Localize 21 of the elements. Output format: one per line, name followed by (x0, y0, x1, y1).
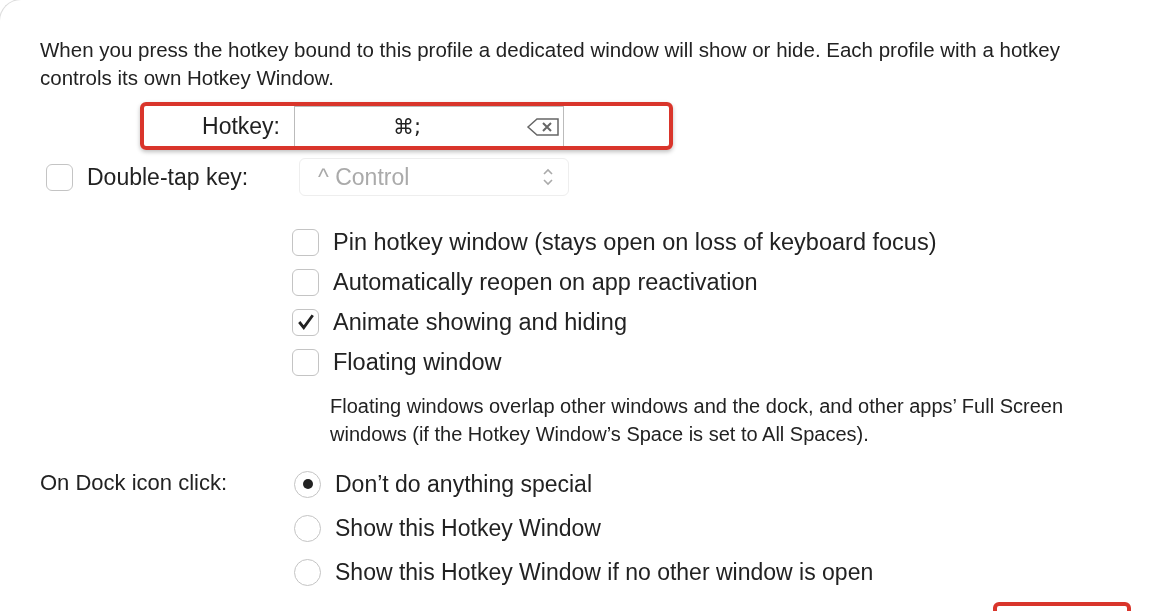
hotkey-label: Hotkey: (201, 112, 281, 140)
option-checkbox[interactable] (292, 348, 319, 376)
dock-click-label: On Dock icon click: (40, 469, 229, 497)
option-checkbox[interactable] (292, 228, 319, 256)
option-label: Animate showing and hiding (333, 308, 627, 336)
radio-label: Show this Hotkey Window (335, 514, 601, 542)
option-checkbox[interactable] (292, 268, 319, 296)
description-text: When you press the hotkey bound to this profile a dedicated window will show or hide. Each profile with a hotkey controls its own Hotkey Window. (40, 37, 1061, 91)
option-checkbox[interactable] (292, 308, 319, 336)
option-label: Automatically reopen on app reactivation (333, 268, 758, 296)
clear-icon[interactable] (526, 117, 560, 137)
stepper-icon (542, 167, 554, 187)
radio-label: Show this Hotkey Window if no other window is open (335, 558, 874, 586)
double-tap-label: Double-tap key: (87, 163, 249, 191)
checkmark-icon (296, 313, 315, 331)
hotkey-field[interactable]: ⌘; (294, 106, 564, 146)
floating-note: Floating windows overlap other windows and the dock, and other apps’ Full Screen windows (if the Hotkey Window’s Space is set to All Spaces). (330, 394, 1064, 447)
option-label: Pin hotkey window (stays open on loss of keyboard focus) (333, 228, 937, 256)
option-label: Floating window (333, 348, 502, 376)
radio-label: Don’t do anything special (335, 470, 592, 498)
double-tap-checkbox[interactable] (46, 163, 73, 191)
